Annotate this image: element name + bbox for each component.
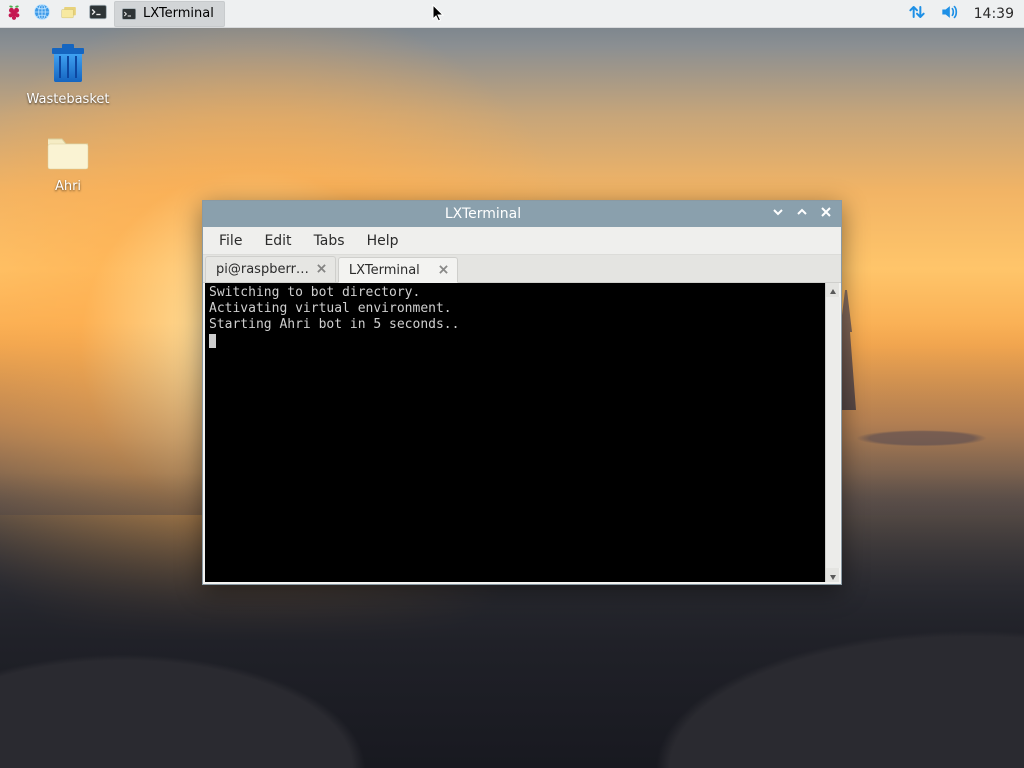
desktop-icon-label: Wastebasket — [18, 92, 118, 107]
window-maximize-button[interactable] — [793, 205, 811, 223]
chevron-up-icon — [796, 206, 808, 222]
raspberry-pi-icon — [4, 2, 24, 26]
web-browser-launcher[interactable] — [28, 0, 56, 28]
top-panel: LXTerminal 14:39 — [0, 0, 1024, 28]
close-icon — [820, 206, 832, 222]
raspberry-menu-button[interactable] — [0, 0, 28, 28]
terminal-launcher[interactable] — [84, 0, 112, 28]
tab-close-button[interactable] — [437, 263, 451, 277]
folder-icon — [40, 127, 96, 175]
volume-icon — [939, 2, 959, 26]
window-title: LXTerminal — [203, 206, 763, 222]
close-icon — [439, 263, 448, 278]
terminal-tabbar: pi@raspberr… LXTerminal — [203, 255, 841, 283]
network-updown-icon — [907, 2, 927, 26]
window-close-button[interactable] — [817, 205, 835, 223]
volume-indicator[interactable] — [938, 3, 960, 25]
window-minimize-button[interactable] — [769, 205, 787, 223]
chevron-down-icon — [772, 206, 784, 222]
folders-icon — [60, 2, 80, 26]
desktop-icons: Wastebasket Ahri — [18, 40, 118, 214]
menu-file[interactable]: File — [209, 230, 252, 252]
terminal-area: Switching to bot directory. Activating v… — [203, 283, 841, 584]
globe-icon — [32, 2, 52, 26]
scroll-down-button[interactable] — [826, 568, 840, 582]
trash-icon — [40, 40, 96, 88]
desktop-icon-wastebasket[interactable]: Wastebasket — [18, 40, 118, 107]
taskbar-entry-label: LXTerminal — [143, 6, 214, 21]
terminal-scrollbar[interactable] — [825, 283, 839, 582]
panel-right: 14:39 — [906, 0, 1024, 27]
triangle-down-icon — [829, 566, 837, 585]
terminal-icon — [88, 2, 108, 26]
menu-tabs[interactable]: Tabs — [304, 230, 355, 252]
desktop-icon-label: Ahri — [18, 179, 118, 194]
scroll-up-button[interactable] — [826, 283, 840, 297]
menu-edit[interactable]: Edit — [254, 230, 301, 252]
tab-label: pi@raspberr… — [216, 262, 309, 277]
taskbar-entry-lxterminal[interactable]: LXTerminal — [114, 1, 225, 27]
tab-close-button[interactable] — [315, 263, 329, 277]
tab-label: LXTerminal — [349, 263, 431, 278]
panel-clock[interactable]: 14:39 — [970, 6, 1014, 22]
terminal-tab-0[interactable]: pi@raspberr… — [205, 256, 336, 282]
terminal-icon — [121, 6, 137, 22]
terminal-output[interactable]: Switching to bot directory. Activating v… — [205, 283, 825, 582]
desktop-icon-ahri[interactable]: Ahri — [18, 127, 118, 194]
scroll-track[interactable] — [826, 297, 840, 568]
file-manager-launcher[interactable] — [56, 0, 84, 28]
panel-left: LXTerminal — [0, 0, 225, 27]
window-menubar: File Edit Tabs Help — [203, 227, 841, 255]
menu-help[interactable]: Help — [357, 230, 409, 252]
window-titlebar[interactable]: LXTerminal — [203, 201, 841, 227]
network-indicator[interactable] — [906, 3, 928, 25]
terminal-tab-1[interactable]: LXTerminal — [338, 257, 458, 283]
close-icon — [317, 262, 326, 277]
lxterminal-window[interactable]: LXTerminal File Edit Tabs Help pi@raspbe… — [202, 200, 842, 585]
